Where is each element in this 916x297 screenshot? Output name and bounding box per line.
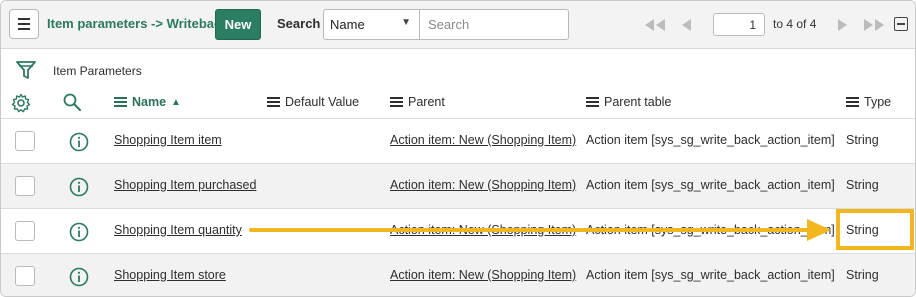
annotation-arrow [249, 219, 831, 241]
annotation-highlight-box [836, 209, 914, 250]
list-frame: Item parameters -> Writeback New Search … [0, 0, 916, 297]
